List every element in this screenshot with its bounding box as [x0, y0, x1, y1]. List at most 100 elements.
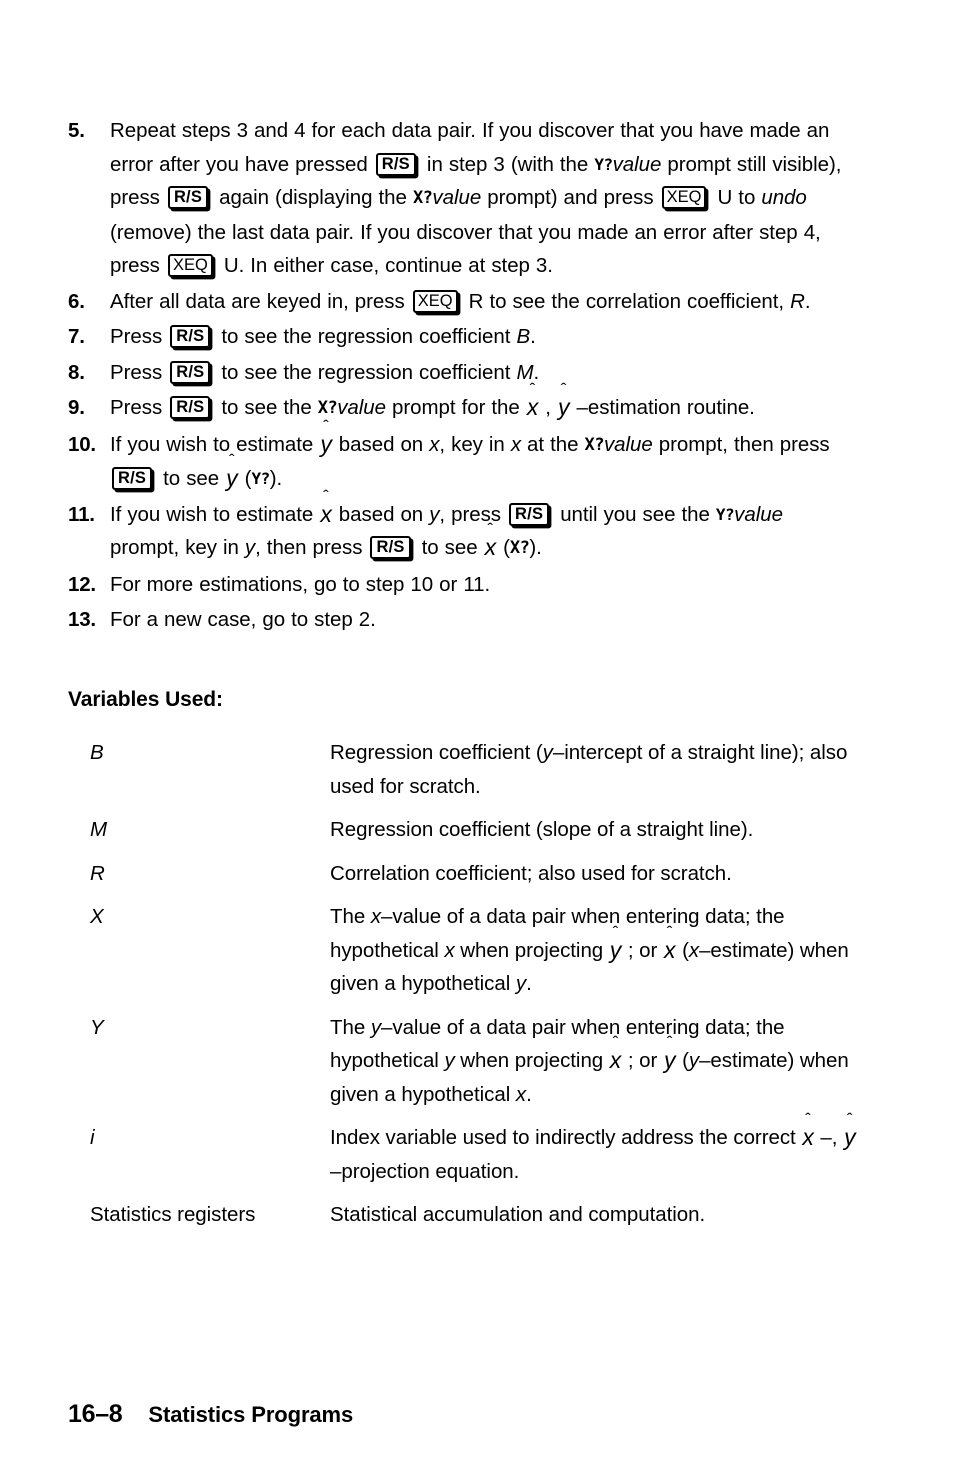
body-text: Statistical accumulation and computation…	[330, 1203, 706, 1226]
body-text: in step 3 (with the	[420, 152, 595, 176]
step-text: Press R/S to see the X?value prompt for …	[110, 380, 858, 426]
calculator-key-r-s[interactable]: R/S	[112, 467, 153, 490]
step-text: After all data are keyed in, press XEQ R…	[110, 285, 858, 319]
body-text: Regression coefficient (	[330, 741, 543, 764]
body-text: , key in	[439, 432, 511, 456]
step-number: 5.	[68, 119, 85, 142]
body-text: .	[526, 972, 532, 995]
body-text: ,	[539, 396, 558, 419]
circumflex-icon: ˆ	[529, 380, 536, 399]
hatted-variable-x: xˆ	[802, 1110, 814, 1150]
variable-description: The y–value of a data pair when entering…	[330, 1011, 858, 1122]
italic-term: y	[542, 741, 553, 764]
step-text: Repeat steps 3 and 4 for each data pair.…	[110, 114, 858, 283]
circumflex-icon: ˆ	[805, 1110, 811, 1129]
circumflex-icon: ˆ	[560, 380, 567, 399]
calculator-key-xeq[interactable]: XEQ	[661, 186, 707, 209]
body-text: to see	[157, 467, 226, 490]
step-number: 12.	[68, 572, 96, 596]
calculator-key-xeq[interactable]: XEQ	[412, 289, 458, 313]
italic-term: value	[432, 186, 482, 209]
procedure-step: 13. For a new case, go to step 2.	[68, 603, 858, 637]
circumflex-icon: ˆ	[487, 520, 494, 539]
italic-term: R	[790, 289, 805, 313]
step-number: 8.	[68, 360, 85, 384]
document-page: 5. Repeat steps 3 and 4 for each data pai…	[0, 0, 954, 1478]
step-text: Press R/S to see the regression coeffici…	[110, 320, 858, 354]
body-text: U to	[711, 186, 762, 209]
step-text: If you wish to estimate yˆ based on x, k…	[110, 416, 858, 496]
calculator-key-r-s[interactable]: R/S	[170, 325, 211, 348]
step-text: For a new case, go to step 2.	[110, 603, 858, 637]
italic-term: undo	[761, 186, 807, 209]
hatted-variable-y: yˆ	[226, 451, 238, 491]
hatted-variable-y: yˆ	[558, 380, 570, 420]
body-text: prompt, then press	[652, 432, 830, 456]
body-text: , then press	[255, 536, 369, 559]
body-text: Index variable used to indirectly addres…	[330, 1126, 802, 1149]
hatted-variable-x: xˆ	[484, 520, 497, 560]
lcd-prompt-glyph: Y?	[251, 469, 270, 488]
body-text: (	[238, 467, 252, 490]
step-number: 10.	[68, 432, 96, 456]
body-text: –estimation routine.	[570, 396, 755, 419]
calculator-key-r-s[interactable]: R/S	[167, 186, 209, 209]
variable-name: X	[90, 905, 104, 928]
body-text: to see the regression coefficient	[215, 360, 517, 384]
lcd-prompt-glyph: X?	[317, 398, 338, 418]
italic-term: value	[734, 502, 783, 526]
calculator-key-r-s[interactable]: R/S	[375, 152, 416, 176]
italic-term: y	[688, 1049, 700, 1072]
body-text: Press	[110, 360, 169, 384]
italic-term: value	[603, 432, 653, 456]
step-number: 7.	[68, 325, 85, 348]
hatted-variable-y: yˆ	[609, 922, 622, 963]
variable-name: i	[90, 1126, 95, 1149]
italic-term: x	[370, 905, 382, 928]
body-text: , press	[439, 502, 508, 526]
variable-description: Statistical accumulation and computation…	[330, 1198, 858, 1242]
variable-row: i Index variable used to indirectly addre…	[68, 1110, 858, 1198]
body-text: prompt, key in	[110, 536, 245, 559]
body-text: .	[526, 1082, 532, 1106]
calculator-key-r-s[interactable]: R/S	[509, 502, 550, 526]
step-text: If you wish to estimate xˆ based on y, p…	[110, 486, 858, 566]
italic-term: B	[516, 325, 531, 348]
body-text: U. In either case, continue at step 3.	[217, 254, 553, 277]
variable-row: Y The y–value of a data pair when enterin…	[68, 1011, 858, 1122]
italic-term: y	[515, 972, 527, 995]
variable-row: X The x–value of a data pair when enterin…	[68, 900, 858, 1011]
body-text: based on	[332, 432, 430, 456]
variable-name: Statistics registers	[90, 1203, 256, 1226]
step-text: Press R/S to see the regression coeffici…	[110, 356, 858, 390]
lcd-prompt-glyph: X?	[412, 188, 433, 208]
italic-term: y	[370, 1015, 382, 1039]
body-text: For more estimations, go to step 10 or 1…	[110, 572, 491, 596]
circumflex-icon: ˆ	[612, 922, 619, 942]
step-number: 9.	[68, 396, 85, 419]
variable-description: Regression coefficient (slope of a strai…	[330, 813, 858, 857]
lcd-prompt-glyph: Y?	[715, 504, 735, 524]
variable-row: R Correlation coefficient; also used for …	[68, 857, 858, 901]
italic-term: x	[510, 432, 522, 456]
body-text: again (displaying the	[213, 186, 413, 209]
italic-term: y	[244, 536, 256, 559]
body-text: –projection equation.	[330, 1159, 520, 1183]
calculator-key-r-s[interactable]: R/S	[370, 536, 411, 559]
circumflex-icon: ˆ	[323, 416, 329, 436]
calculator-key-r-s[interactable]: R/S	[170, 360, 211, 384]
hatted-variable-x: xˆ	[320, 486, 332, 527]
hatted-variable-x: xˆ	[526, 380, 539, 420]
lcd-prompt-glyph: X?	[509, 538, 530, 558]
body-text: The	[330, 905, 371, 928]
body-text: ; or	[622, 1049, 663, 1072]
circumflex-icon: ˆ	[846, 1110, 853, 1129]
hatted-variable-y: yˆ	[663, 1033, 676, 1073]
calculator-key-xeq[interactable]: XEQ	[167, 254, 213, 277]
calculator-key-r-s[interactable]: R/S	[170, 396, 211, 419]
body-text: to see the regression coefficient	[215, 325, 517, 348]
lcd-prompt-glyph: Y?	[594, 154, 613, 174]
procedure-step: 12. For more estimations, go to step 10 o…	[68, 568, 858, 602]
hatted-variable-y: yˆ	[320, 416, 332, 457]
body-text: prompt) and press	[481, 186, 660, 209]
